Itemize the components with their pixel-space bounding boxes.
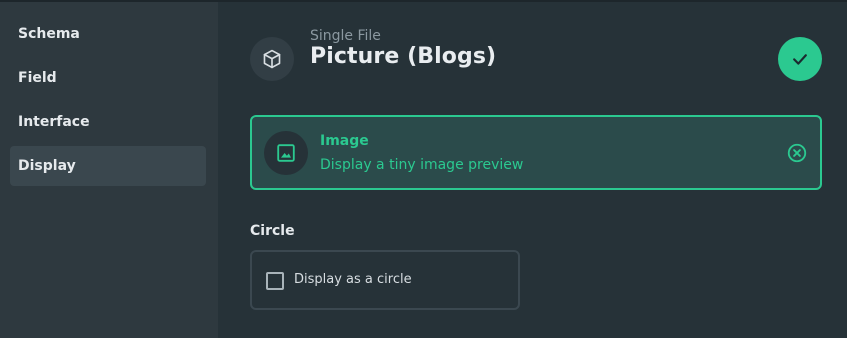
- check-icon: [793, 54, 807, 65]
- checkbox-label: Display as a circle: [294, 272, 412, 287]
- app-window: Schema Field Interface Display Single Fi…: [0, 0, 847, 338]
- sidebar-item-label: Schema: [18, 26, 80, 42]
- close-circle-icon[interactable]: [786, 142, 808, 164]
- sidebar-item-label: Field: [18, 70, 57, 86]
- display-option-title: Image: [320, 133, 369, 149]
- sidebar-item-display[interactable]: Display: [10, 146, 206, 186]
- sidebar-item-schema[interactable]: Schema: [10, 14, 206, 54]
- sidebar-item-label: Display: [18, 158, 76, 174]
- sidebar-item-label: Interface: [18, 114, 90, 130]
- display-option-card[interactable]: Image Display a tiny image preview: [250, 115, 822, 190]
- checkbox-unchecked-icon[interactable]: [266, 272, 284, 290]
- sidebar-item-field[interactable]: Field: [10, 58, 206, 98]
- save-button[interactable]: [778, 37, 822, 81]
- cube-icon: [250, 37, 294, 81]
- page-title: Picture (Blogs): [310, 44, 497, 69]
- display-option-description: Display a tiny image preview: [320, 157, 524, 173]
- display-as-circle-checkbox[interactable]: Display as a circle: [250, 250, 520, 310]
- sidebar-item-interface[interactable]: Interface: [10, 102, 206, 142]
- page-subtitle: Single File: [310, 28, 381, 44]
- sidebar: Schema Field Interface Display: [0, 2, 218, 338]
- circle-section-label: Circle: [250, 223, 295, 239]
- image-icon: [264, 131, 308, 175]
